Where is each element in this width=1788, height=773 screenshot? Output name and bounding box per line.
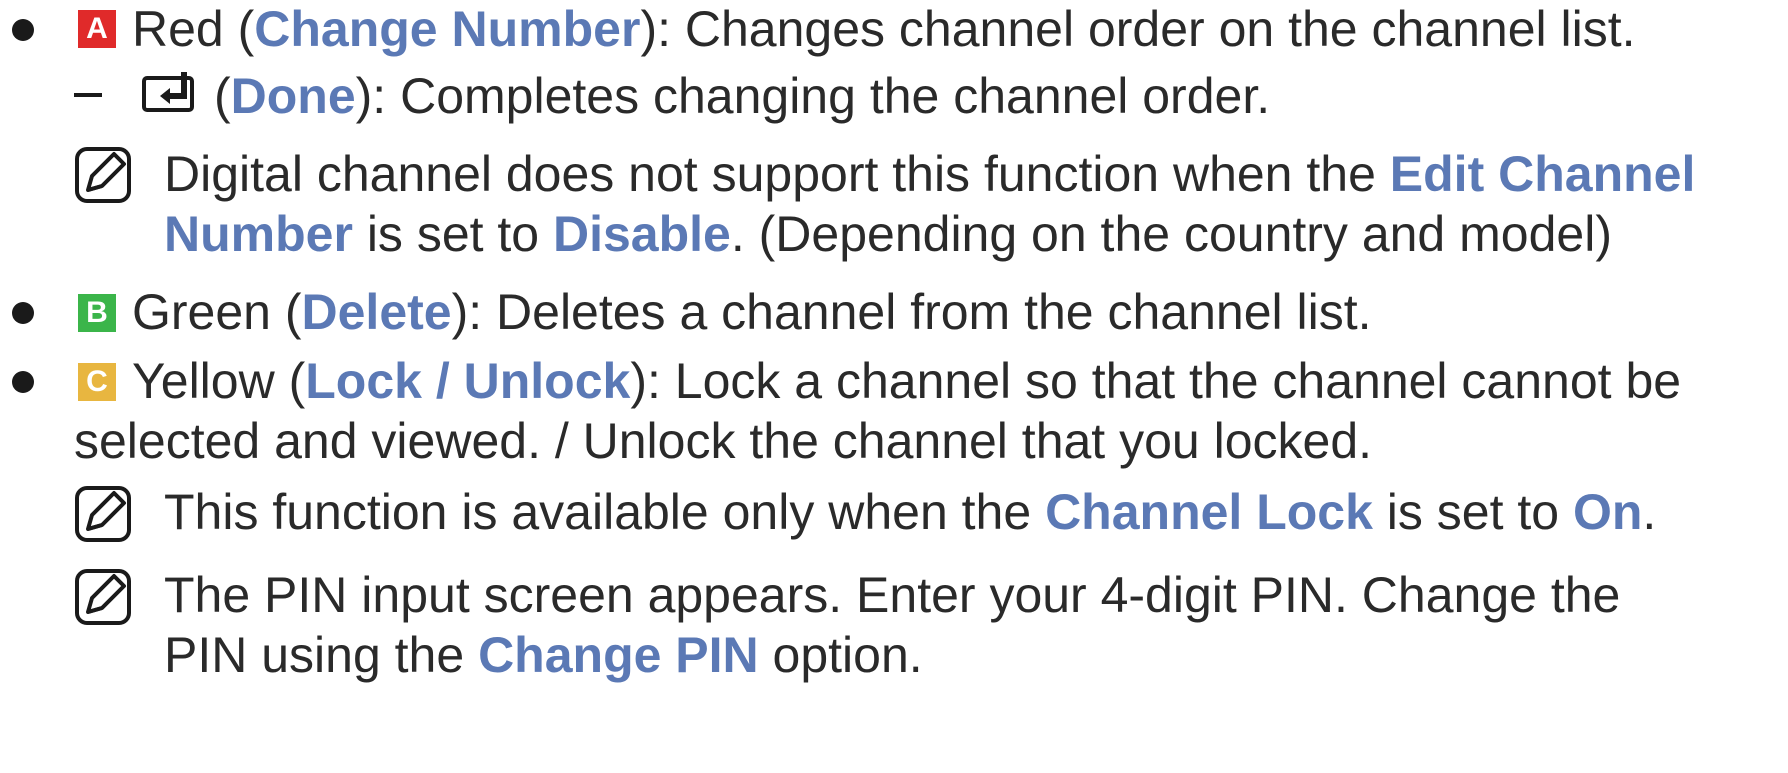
disable-term: Disable — [553, 206, 731, 262]
delete-term: Delete — [301, 284, 452, 340]
channel-lock-term: Channel Lock — [1045, 484, 1373, 540]
note1-line1: Digital channel does not support this fu… — [164, 140, 1695, 208]
edit-channel-term: Edit Channel — [1389, 146, 1696, 202]
yellow-description-line2: selected and viewed. / Unlock the channe… — [74, 413, 1373, 469]
on-term: On — [1572, 484, 1643, 540]
note1-line2: Number is set to Disable. (Depending on … — [164, 200, 1612, 268]
enter-icon — [142, 72, 194, 112]
note3-post2: option. — [758, 627, 923, 683]
bullet-icon — [12, 302, 34, 324]
done-description: ): Completes changing the channel order. — [355, 68, 1271, 124]
red-key-icon: A — [78, 10, 116, 48]
change-number-term: Change Number — [254, 1, 641, 57]
note-icon — [75, 486, 131, 542]
bullet-icon — [12, 371, 34, 393]
green-color-word: Green ( — [132, 284, 302, 340]
dash-icon — [74, 93, 102, 97]
number-term: Number — [164, 206, 353, 262]
done-pre: ( — [214, 68, 231, 124]
note3-line2: PIN using the Change PIN option. — [164, 621, 923, 689]
yellow-key-icon: C — [78, 363, 116, 401]
note2-post: . — [1642, 484, 1657, 540]
bullet-icon — [12, 19, 34, 41]
note1-post: . (Depending on the country and model) — [730, 206, 1612, 262]
yellow-description: ): Lock a channel so that the channel ca… — [630, 353, 1682, 409]
note3-pre2: PIN using the — [164, 627, 479, 683]
note3-line1: The PIN input screen appears. Enter your… — [164, 567, 1621, 623]
note-icon — [75, 147, 131, 203]
lock-unlock-term: Lock / Unlock — [305, 353, 631, 409]
red-item: Red (Change Number): Changes channel ord… — [132, 0, 1636, 63]
green-description: ): Deletes a channel from the channel li… — [451, 284, 1372, 340]
done-term: Done — [230, 68, 356, 124]
note2-mid: is set to — [1372, 484, 1573, 540]
change-pin-term: Change PIN — [478, 627, 759, 683]
done-item: (Done): Completes changing the channel o… — [214, 62, 1270, 130]
note2-line: This function is available only when the… — [164, 478, 1656, 546]
yellow-color-word: Yellow ( — [132, 353, 306, 409]
yellow-item: Yellow (Lock / Unlock): Lock a channel s… — [132, 347, 1681, 415]
green-item: Green (Delete): Deletes a channel from t… — [132, 278, 1372, 346]
note1-pre: Digital channel does not support this fu… — [164, 146, 1390, 202]
note1-mid: is set to — [352, 206, 553, 262]
red-description: ): Changes channel order on the channel … — [640, 1, 1636, 57]
red-color-word: Red ( — [132, 1, 255, 57]
note-icon — [75, 569, 131, 625]
note2-pre: This function is available only when the — [164, 484, 1046, 540]
green-key-icon: B — [78, 294, 116, 332]
